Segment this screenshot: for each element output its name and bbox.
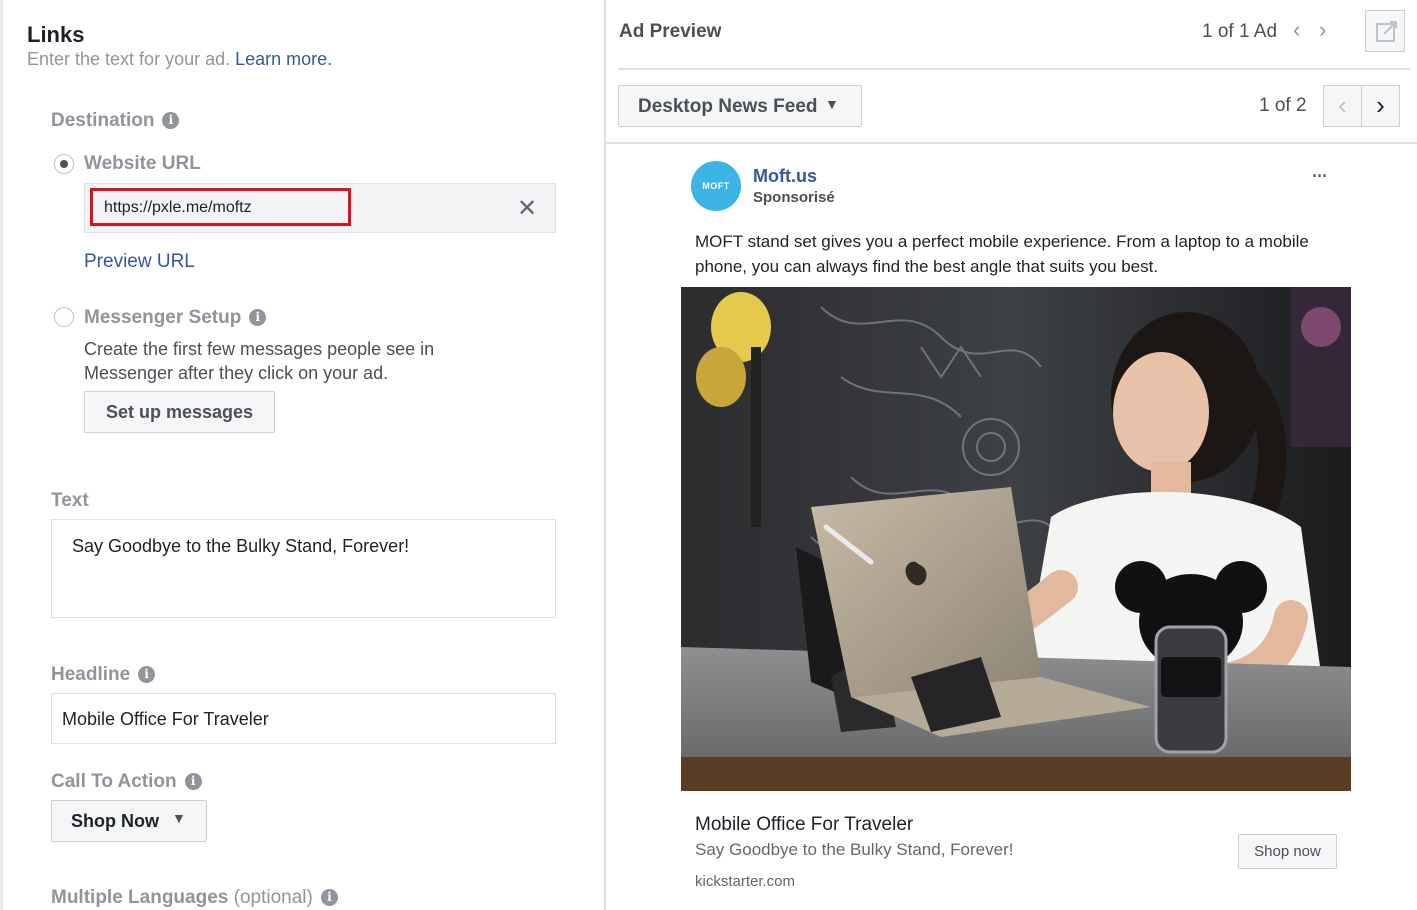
messenger-description-line: Messenger after they click on your ad. (84, 363, 389, 383)
ad-preview-title: Ad Preview (619, 21, 722, 42)
caret-down-icon: ▼ (172, 810, 186, 826)
call-to-action-value: Shop Now (71, 811, 159, 831)
caret-down-icon: ▼ (825, 96, 839, 112)
messenger-setup-label-text: Messenger Setup (84, 307, 242, 328)
info-icon[interactable]: i (320, 889, 338, 906)
learn-more-link[interactable]: Learn more. (235, 49, 332, 69)
sponsored-label: Sponsorisé (753, 189, 835, 206)
call-to-action-label: Call To Action i (51, 771, 202, 793)
links-subtitle: Enter the text for your ad. Learn more. (27, 49, 332, 70)
panel-edge (0, 0, 3, 910)
multiple-languages-label: Multiple Languages (optional) i (51, 887, 338, 909)
call-to-action-dropdown[interactable]: Shop Now ▼ (51, 800, 207, 842)
previous-placement-button[interactable]: ‹ (1323, 85, 1362, 127)
info-icon[interactable]: i (138, 666, 156, 683)
page-name-link[interactable]: Moft.us (753, 166, 817, 187)
placement-count: 1 of 2 (1259, 95, 1307, 116)
links-subtitle-text: Enter the text for your ad. (27, 49, 231, 69)
messenger-setup-label: Messenger Setup i (84, 307, 267, 329)
website-url-field[interactable]: https://pxle.me/moftz ✕ (84, 183, 556, 233)
placement-divider (606, 142, 1417, 144)
messenger-description: Create the first few messages people see… (84, 337, 434, 385)
post-body-line: MOFT stand set gives you a perfect mobil… (695, 232, 1309, 251)
next-placement-button[interactable]: › (1361, 85, 1400, 127)
ad-image[interactable] (681, 287, 1351, 791)
call-to-action-label-text: Call To Action (51, 771, 177, 792)
placement-value: Desktop News Feed (638, 96, 818, 117)
messenger-setup-radio[interactable] (54, 307, 74, 327)
ad-count: 1 of 1 Ad (1202, 21, 1278, 42)
ad-domain: kickstarter.com (695, 873, 796, 890)
links-section-title: Links (27, 22, 85, 47)
set-up-messages-button[interactable]: Set up messages (84, 391, 275, 433)
info-icon[interactable]: i (249, 309, 267, 326)
open-preview-button[interactable] (1365, 10, 1405, 52)
info-icon[interactable]: i (162, 112, 180, 129)
info-icon[interactable]: i (184, 773, 202, 790)
website-url-label: Website URL (84, 153, 201, 174)
text-label: Text (51, 490, 89, 511)
ad-link-description: Say Goodbye to the Bulky Stand, Forever! (695, 840, 1014, 859)
headline-label: Headline i (51, 664, 156, 686)
headline-value[interactable]: Mobile Office For Traveler (62, 709, 269, 730)
next-ad-icon[interactable]: › (1319, 17, 1326, 43)
clear-url-icon[interactable]: ✕ (517, 194, 537, 223)
previous-ad-icon[interactable]: ‹ (1293, 17, 1300, 43)
ad-image-illustration (681, 287, 1351, 791)
preview-url-link[interactable]: Preview URL (84, 251, 195, 273)
shop-now-button[interactable]: Shop now (1238, 834, 1337, 869)
ad-headline[interactable]: Mobile Office For Traveler (695, 814, 913, 836)
page-avatar[interactable]: MOFT (691, 161, 741, 211)
more-options-icon[interactable]: ··· (1312, 166, 1328, 187)
chevron-right-icon: › (1376, 90, 1385, 120)
destination-label: Destination i (51, 110, 180, 132)
post-body-text: MOFT stand set gives you a perfect mobil… (695, 229, 1375, 279)
ad-editor-panel: Links Enter the text for your ad. Learn … (0, 0, 604, 910)
headline-input[interactable]: Mobile Office For Traveler (51, 693, 556, 744)
chevron-left-icon: ‹ (1338, 90, 1347, 120)
destination-label-text: Destination (51, 110, 155, 131)
post-body-line: phone, you can always find the best angl… (695, 257, 1159, 276)
header-divider (618, 68, 1410, 70)
primary-text-value[interactable]: Say Goodbye to the Bulky Stand, Forever! (72, 536, 409, 557)
messenger-description-line: Create the first few messages people see… (84, 339, 435, 359)
headline-label-text: Headline (51, 664, 131, 685)
primary-text-input[interactable]: Say Goodbye to the Bulky Stand, Forever! (51, 519, 556, 618)
external-link-icon (1376, 21, 1397, 42)
website-url-radio[interactable] (54, 154, 74, 174)
optional-text: (optional) (233, 887, 313, 908)
multiple-languages-text: Multiple Languages (51, 887, 229, 908)
placement-dropdown[interactable]: Desktop News Feed ▼ (618, 85, 862, 127)
ad-preview-panel: Ad Preview 1 of 1 Ad ‹ › Desktop News Fe… (606, 0, 1417, 910)
website-url-value[interactable]: https://pxle.me/moftz (104, 199, 252, 217)
